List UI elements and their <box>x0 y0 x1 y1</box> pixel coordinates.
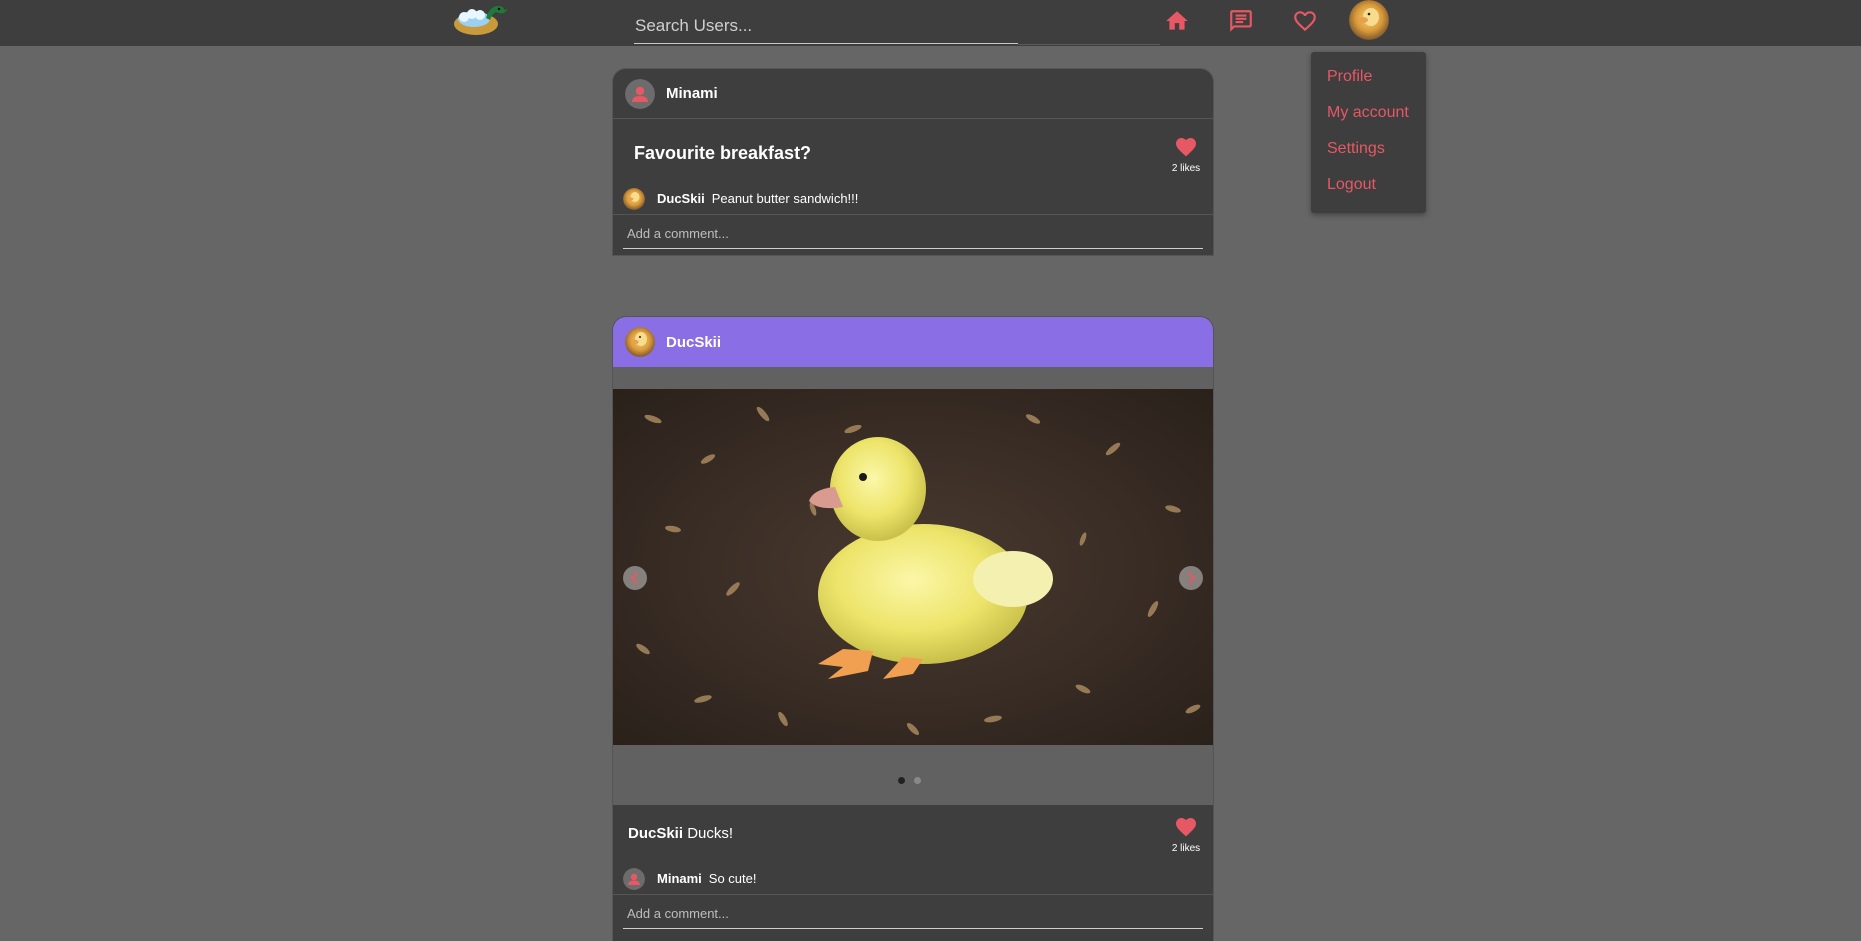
carousel-dots <box>898 777 921 784</box>
post-header: Minami <box>613 69 1213 119</box>
post-card: Minami Favourite breakfast? 2 likes DucS… <box>612 68 1214 256</box>
commenter-avatar[interactable] <box>623 867 645 890</box>
likes-count: 2 likes <box>1171 163 1201 174</box>
like-button[interactable]: 2 likes <box>1169 815 1203 854</box>
carousel-prev-button[interactable] <box>623 566 647 590</box>
post-title: Favourite breakfast? <box>634 143 812 163</box>
heart-filled-icon[interactable] <box>1174 135 1198 157</box>
author-name[interactable]: Minami <box>666 85 718 102</box>
comment-item: Minami So cute! <box>613 863 1213 895</box>
carousel-dot-1[interactable] <box>898 777 905 784</box>
menu-item-settings[interactable]: Settings <box>1311 138 1426 174</box>
comment-item: DucSkii Peanut butter sandwich!!! <box>613 183 1213 215</box>
search-bar[interactable] <box>634 10 1018 44</box>
search-underline-extension <box>1018 44 1160 45</box>
menu-item-my-account[interactable]: My account <box>1311 102 1426 138</box>
add-comment-input[interactable] <box>623 895 1203 927</box>
account-dropdown-menu: Profile My account Settings Logout <box>1311 52 1426 213</box>
duckling-photo <box>613 389 1213 745</box>
commenter-name[interactable]: DucSkii <box>657 191 705 206</box>
post-header: DucSkii <box>613 317 1213 367</box>
commenter-avatar[interactable] <box>623 187 645 210</box>
comment-text: Peanut butter sandwich!!! <box>711 191 859 206</box>
post-caption: DucSkii Ducks! <box>628 825 733 842</box>
author-avatar[interactable] <box>625 78 655 109</box>
heart-outline-icon[interactable] <box>1292 8 1318 34</box>
like-button[interactable]: 2 likes <box>1169 135 1203 174</box>
likes-count: 2 likes <box>1171 843 1201 854</box>
post-caption-row: DucSkii Ducks! 2 likes <box>613 805 1213 863</box>
duck-logo[interactable] <box>450 0 510 40</box>
menu-item-profile[interactable]: Profile <box>1311 66 1426 102</box>
author-avatar[interactable] <box>625 327 655 357</box>
add-comment-input[interactable] <box>623 215 1203 247</box>
home-icon[interactable] <box>1164 8 1190 34</box>
post-title-row: Favourite breakfast? 2 likes <box>613 119 1213 183</box>
caption-user[interactable]: DucSkii <box>628 825 683 842</box>
add-comment-field[interactable] <box>623 895 1203 929</box>
heart-filled-icon[interactable] <box>1174 815 1198 837</box>
carousel-next-button[interactable] <box>1179 566 1203 590</box>
top-navbar <box>0 0 1861 46</box>
carousel-dot-2[interactable] <box>914 777 921 784</box>
image-carousel <box>613 367 1213 805</box>
comment-text: So cute! <box>708 871 757 886</box>
chat-icon[interactable] <box>1228 8 1254 34</box>
caption-text: Ducks! <box>683 825 734 842</box>
menu-item-logout[interactable]: Logout <box>1311 174 1426 210</box>
search-users-input[interactable] <box>634 10 1018 42</box>
post-card: DucSkii DucSkii Ducks! 2 likes Minami So… <box>612 316 1214 941</box>
user-avatar-menu[interactable] <box>1349 0 1389 40</box>
commenter-name[interactable]: Minami <box>657 871 702 886</box>
author-name[interactable]: DucSkii <box>666 334 721 351</box>
add-comment-field[interactable] <box>623 215 1203 249</box>
